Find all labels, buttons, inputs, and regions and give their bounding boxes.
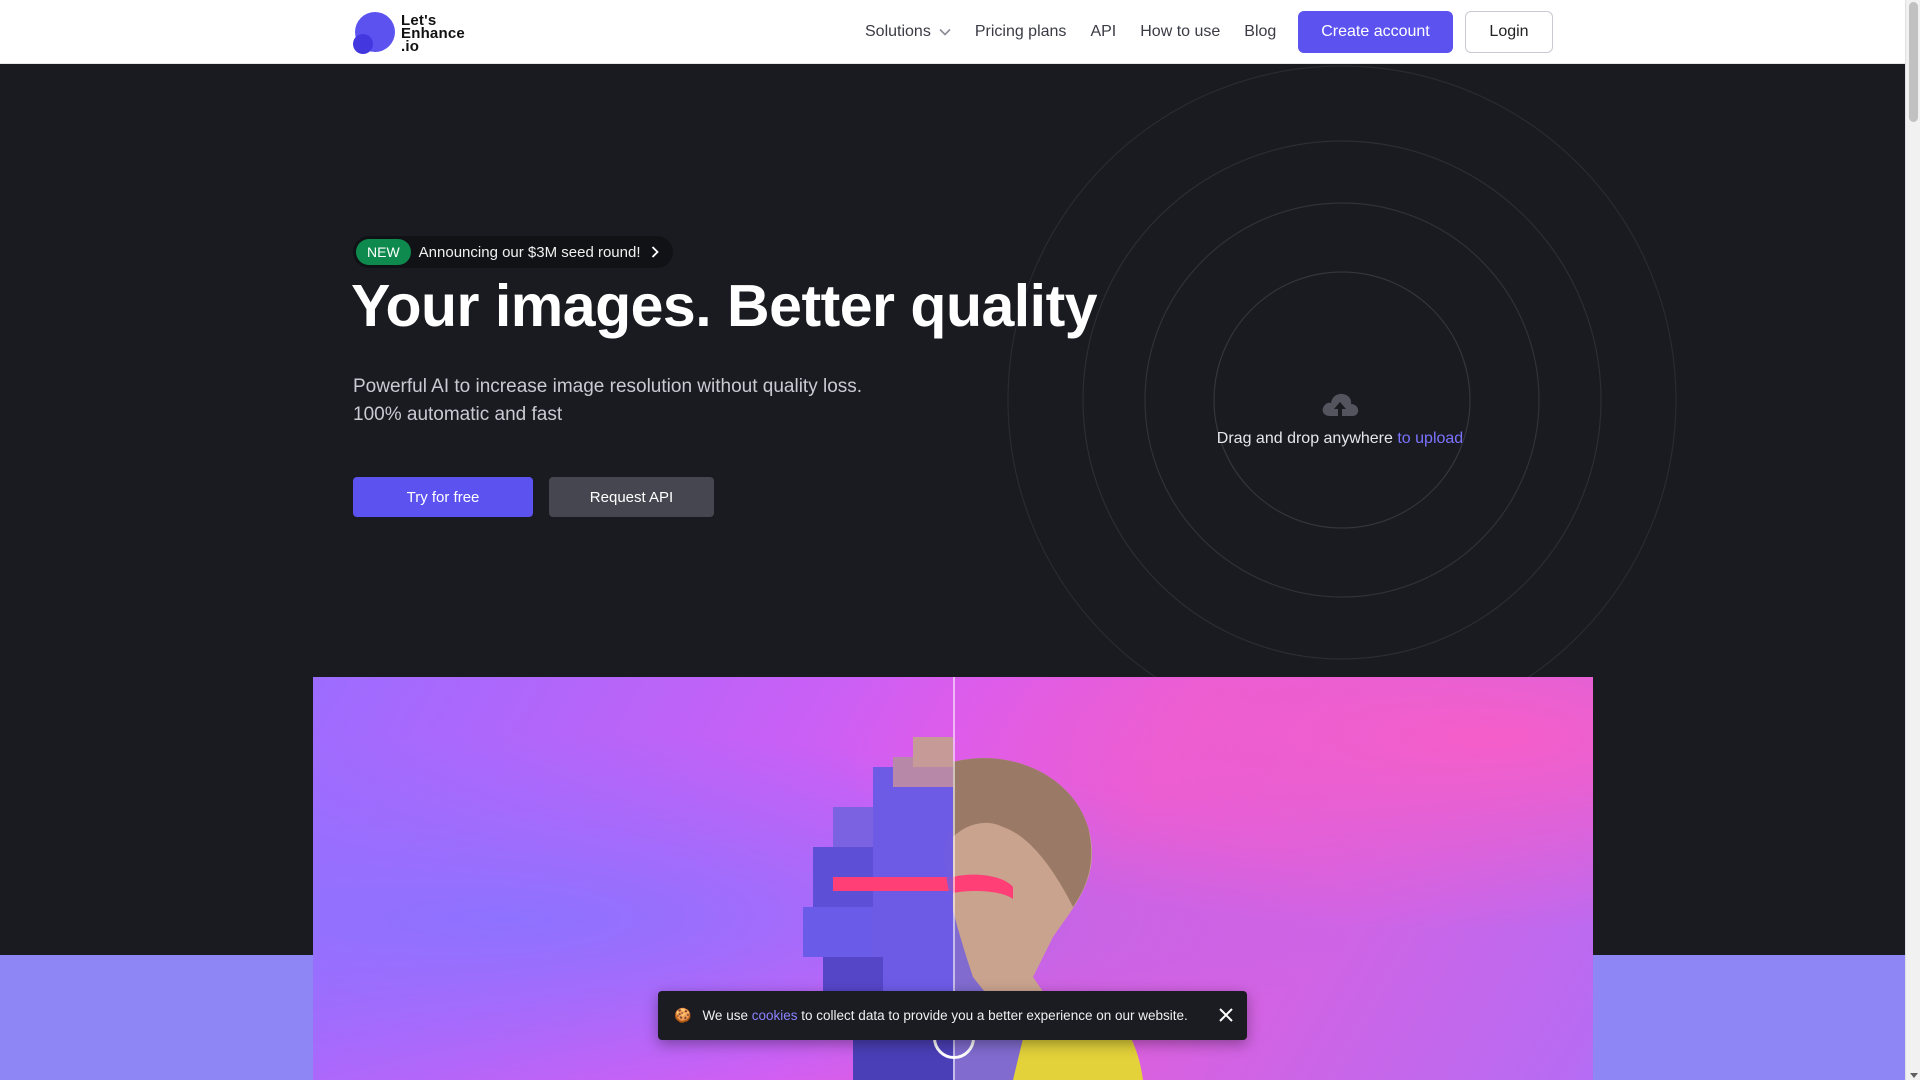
cookies-link[interactable]: cookies <box>752 1008 798 1023</box>
create-account-button[interactable]: Create account <box>1298 11 1453 53</box>
page-title: Your images. Better quality <box>351 273 1098 339</box>
announcement-text: Announcing our $3M seed round! <box>418 243 641 261</box>
chevron-down-icon <box>939 28 951 36</box>
logo-mark-icon <box>353 12 395 54</box>
nav-item-blog[interactable]: Blog <box>1244 23 1276 41</box>
top-navbar: Let's Enhance .io Solutions Pricing plan… <box>0 0 1905 64</box>
logo-text: Let's Enhance .io <box>401 11 465 55</box>
upload-text: Drag and drop anywhere to upload <box>1216 430 1464 447</box>
request-api-button[interactable]: Request API <box>549 477 714 517</box>
nav-item-api[interactable]: API <box>1090 23 1116 41</box>
cloud-upload-icon <box>1322 393 1359 416</box>
new-label: NEW <box>356 239 411 265</box>
nav-item-label: Solutions <box>865 23 931 40</box>
upload-link[interactable]: to upload <box>1397 430 1463 447</box>
login-button[interactable]: Login <box>1465 11 1553 53</box>
scrollbar-thumb[interactable] <box>1909 2 1918 122</box>
page-scrollbar[interactable] <box>1905 0 1920 1080</box>
scroll-down-arrow-icon[interactable] <box>1910 1073 1918 1078</box>
chevron-right-icon <box>651 246 659 258</box>
close-icon[interactable] <box>1219 1008 1233 1022</box>
main-menu: Solutions Pricing plans API How to use B… <box>865 0 1300 64</box>
nav-item-solutions[interactable]: Solutions <box>865 23 951 41</box>
cookie-text: We use cookies to collect data to provid… <box>702 1008 1188 1023</box>
cookie-icon: 🍪 <box>674 1007 692 1023</box>
upload-dropzone[interactable]: Drag and drop anywhere to upload <box>1180 390 1500 448</box>
cookie-banner: 🍪 We use cookies to collect data to prov… <box>658 991 1247 1040</box>
hero-subtitle: Powerful AI to increase image resolution… <box>353 376 863 425</box>
logo[interactable]: Let's Enhance .io <box>353 12 465 54</box>
try-for-free-button[interactable]: Try for free <box>353 477 533 517</box>
nav-item-how-to-use[interactable]: How to use <box>1140 23 1220 41</box>
announcement-badge[interactable]: NEW Announcing our $3M seed round! <box>353 236 673 268</box>
nav-item-pricing-plans[interactable]: Pricing plans <box>975 23 1067 41</box>
decorative-circles <box>1007 65 1677 680</box>
